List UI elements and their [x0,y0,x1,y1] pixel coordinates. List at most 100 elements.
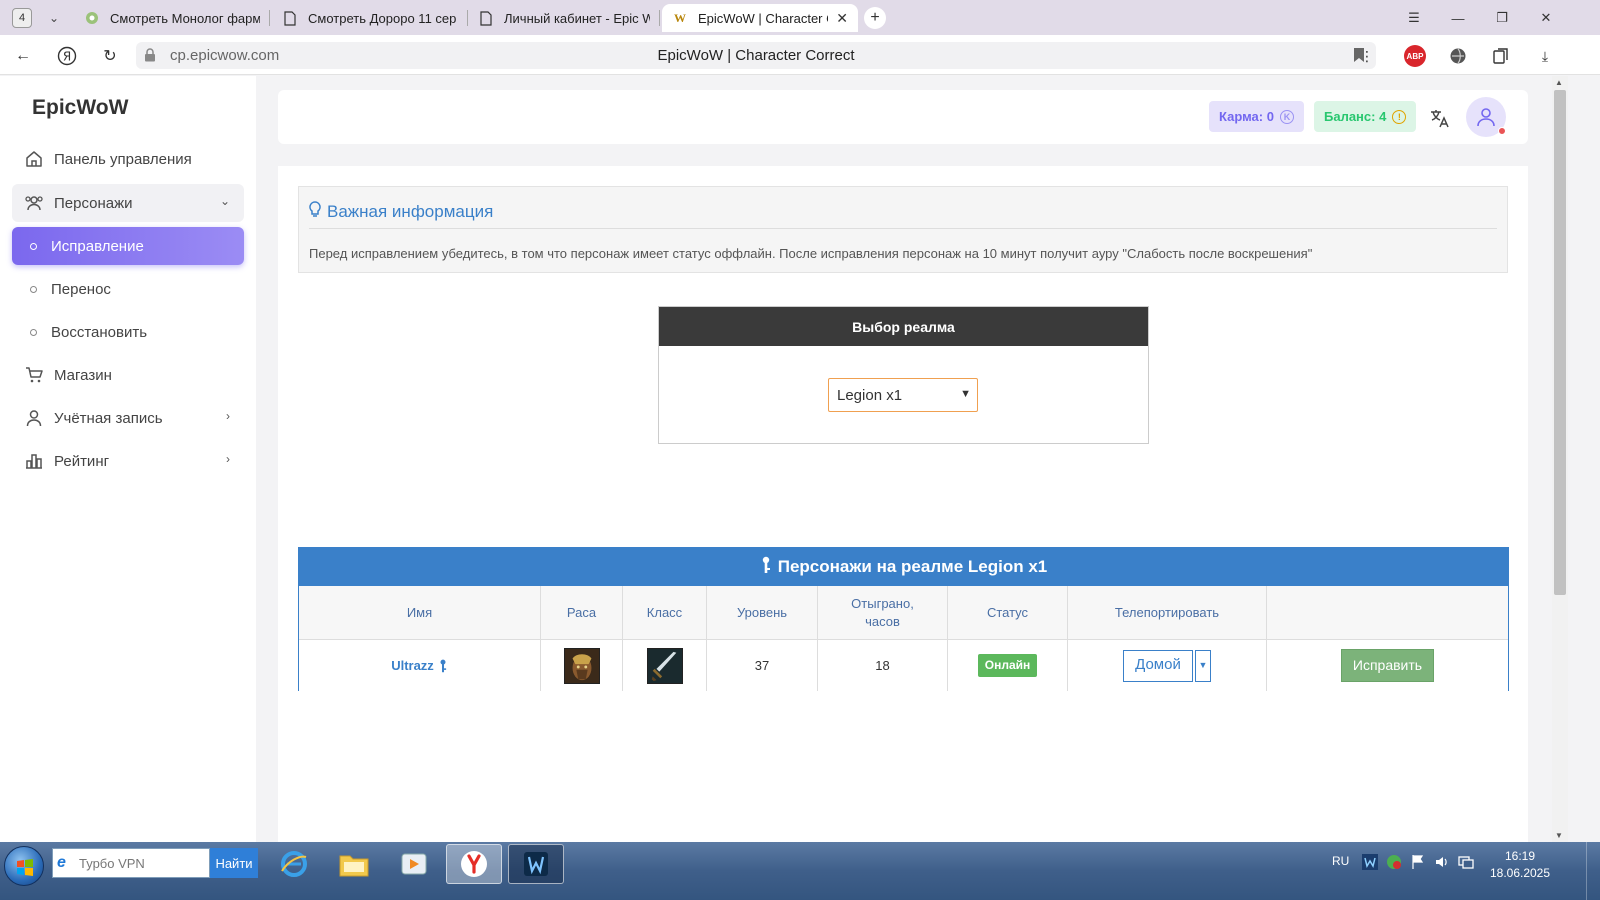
character-name-cell: Ultrazz [299,640,541,691]
browser-tab-2[interactable]: Смотреть Дороро 11 сер [272,4,468,32]
fix-character-button[interactable]: Исправить [1341,649,1434,682]
browser-tab-4-active[interactable]: W EpicWoW | Character C ✕ [662,4,858,32]
chevron-down-icon[interactable]: ⌄ [44,8,64,28]
realm-select[interactable]: Legion x1 ▼ [828,378,978,412]
race-cell [541,640,623,691]
address-bar: ← Я ↻ cp.epicwow.com EpicWoW | Character… [0,35,1600,75]
close-icon[interactable]: ✕ [836,10,848,27]
column-header[interactable]: Уровень [707,586,818,639]
tray-security-icon[interactable] [1386,854,1402,870]
windows-taskbar: e Турбо VPN Найти RU 16:19 18.06.2025 [0,842,1600,900]
sidebar-item-label: Учётная запись [54,409,163,427]
circle-bullet-icon [30,285,37,293]
karma-coin-icon: K [1279,109,1294,124]
restore-icon[interactable]: ❐ [1492,8,1512,28]
sidebar-item-characters[interactable]: Персонажи ⌄ [12,184,244,222]
browser-tab-strip: 4 ⌄ Смотреть Монолог фарм Смотреть Дорор… [0,0,1600,35]
taskbar-search-input[interactable]: e Турбо VPN [52,848,210,878]
sidebar-item-correct[interactable]: Исправление [12,227,244,265]
sidebar-item-label: Панель управления [54,150,192,168]
reload-icon[interactable]: ↻ [99,45,121,67]
column-header[interactable]: Имя [299,586,541,639]
url-field[interactable]: cp.epicwow.com EpicWoW | Character Corre… [136,42,1376,69]
menu-icon[interactable]: ☰ [1404,8,1424,28]
language-indicator[interactable]: RU [1332,854,1349,868]
start-button[interactable] [4,846,44,886]
tray-app-icon[interactable] [1362,854,1378,870]
media-player-icon[interactable] [386,844,442,884]
system-clock[interactable]: 16:19 18.06.2025 [1488,848,1552,882]
class-sword-icon [646,647,683,684]
show-desktop-button[interactable] [1586,842,1600,900]
close-window-icon[interactable]: ✕ [1536,8,1556,28]
vpn-extension-icon[interactable] [1447,45,1469,67]
collections-icon[interactable] [1490,45,1512,67]
browser-tab-3[interactable]: Личный кабинет - Epic W [468,4,660,32]
search-submit-button[interactable]: Найти [210,848,258,878]
main-content: Карма: 0 K Баланс: 4 ! Важная информация… [256,76,1552,842]
chevron-down-icon: ▼ [960,388,971,400]
race-portrait-icon [563,647,600,684]
more-vertical-icon[interactable]: ⋮ [1356,45,1378,67]
column-header[interactable]: Телепортировать [1068,586,1267,639]
back-arrow-icon[interactable]: ← [12,45,34,67]
brand-logo[interactable]: EpicWoW [32,96,128,120]
sidebar-item-restore[interactable]: Восстановить [12,313,244,351]
character-name-link[interactable]: Ultrazz [391,657,434,675]
scroll-up-arrow-icon[interactable]: ▲ [1555,78,1563,87]
status-cell: Онлайн [948,640,1068,691]
sidebar-item-label: Восстановить [51,323,148,341]
scroll-thumb[interactable] [1554,90,1566,595]
anime-site-icon [84,10,100,26]
download-icon[interactable]: ⤓ [1534,45,1556,67]
svg-text:Я: Я [63,50,71,64]
column-header[interactable]: Статус [948,586,1068,639]
yandex-icon[interactable]: Я [56,45,78,67]
characters-heading-text: Персонажи на реалме Legion x1 [777,557,1048,576]
content-card: Важная информация Перед исправлением убе… [278,166,1528,842]
sidebar-item-shop[interactable]: Магазин [12,356,244,394]
network-icon[interactable] [1458,854,1474,870]
chevron-down-icon: ⌄ [219,194,230,208]
page-icon [478,10,494,26]
sidebar-item-dashboard[interactable]: Панель управления [12,140,244,178]
scroll-down-arrow-icon[interactable]: ▼ [1555,831,1563,840]
internet-explorer-icon[interactable] [266,844,322,884]
wow-logo-icon: W [674,10,686,25]
teleport-button-group: Домой ▼ [1123,649,1211,682]
teleport-home-button[interactable]: Домой [1123,649,1193,682]
sidebar-item-account[interactable]: Учётная запись › [12,399,244,437]
status-dot [1498,127,1506,135]
browser-tab-1[interactable]: Смотреть Монолог фарм [74,4,270,32]
played-hours-cell: 18 [818,640,948,691]
sidebar-item-rating[interactable]: Рейтинг › [12,442,244,480]
bar-chart-icon [24,451,44,471]
wow-launcher-icon[interactable] [508,844,564,884]
characters-table-heading: Персонажи на реалме Legion x1 [299,548,1508,586]
sidebar-item-label: Персонажи [54,194,133,212]
sidebar: EpicWoW Панель управления Персонажи ⌄ Ис… [0,76,256,842]
page-scrollbar[interactable]: ▲ ▼ [1552,76,1568,842]
balance-badge: Баланс: 4 ! [1314,101,1417,132]
lightbulb-icon [309,201,321,223]
flag-icon[interactable] [1410,854,1426,870]
windows-logo-icon [17,859,33,876]
column-header[interactable]: Отыграно, часов [818,586,948,639]
sidebar-item-label: Рейтинг [54,452,110,470]
new-tab-button[interactable]: + [864,7,886,29]
column-header[interactable]: Раса [541,586,623,639]
caret-down-icon[interactable]: ▼ [1195,649,1211,682]
minimize-icon[interactable]: — [1448,8,1468,28]
translate-icon[interactable] [1428,106,1452,130]
user-icon [1477,108,1495,127]
tab-title: Личный кабинет - Epic W [504,10,650,26]
column-header[interactable]: Класс [623,586,707,639]
tab-counter[interactable]: 4 [12,8,32,28]
karma-badge: Карма: 0 K [1209,101,1304,132]
volume-icon[interactable] [1434,854,1450,870]
avatar[interactable] [1466,97,1506,137]
file-explorer-icon[interactable] [326,844,382,884]
adblock-plus-icon[interactable]: ABP [1404,45,1426,67]
yandex-browser-icon[interactable] [446,844,502,884]
sidebar-item-transfer[interactable]: Перенос [12,270,244,308]
